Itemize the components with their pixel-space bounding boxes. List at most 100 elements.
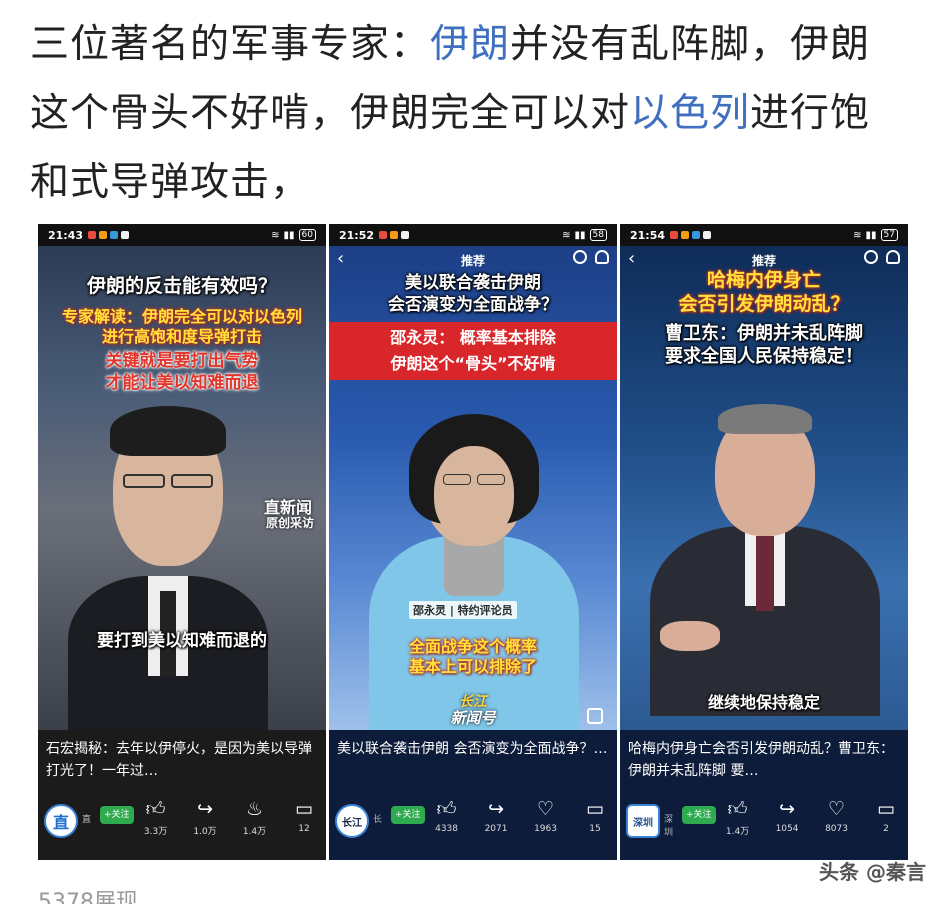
- comment-button[interactable]: ▭ 15: [579, 796, 611, 834]
- comment-bubble-icon: ▭: [877, 798, 895, 820]
- follow-button[interactable]: +关注: [100, 806, 134, 824]
- flame-icon: ♨: [245, 798, 264, 820]
- app-icon: [681, 231, 690, 239]
- battery-icon: 57: [880, 229, 898, 241]
- wifi-icon: ≋: [853, 229, 862, 241]
- status-right: ≋ ▮▮ 60: [271, 229, 316, 241]
- action-bar: 深圳 深圳 +关注 👍︎ 1.4万 ↪ 1054 ♡ 8073 ▭ 2: [620, 796, 908, 860]
- favorite-count: 8073: [825, 824, 848, 834]
- like-button[interactable]: 👍︎ 4338: [431, 796, 463, 834]
- author-avatar[interactable]: 直: [44, 804, 78, 838]
- app-icon: [379, 231, 388, 239]
- fullscreen-icon[interactable]: [587, 708, 603, 724]
- thumbs-up-icon: 👍︎: [436, 798, 457, 820]
- battery-icon: 60: [298, 229, 316, 241]
- banner-line: 伊朗这个“骨头”不好啃: [390, 354, 556, 373]
- phone-screenshot-3[interactable]: 21:54 ≋ ▮▮ 57 ‹ 推荐 哈梅内伊身亡 会否引发伊朗动乱？ 曹卫东：…: [620, 224, 908, 860]
- phone-screenshot-1[interactable]: 21:43 ≋ ▮▮ 60 伊朗的反击能有效吗？ 专家解读：伊朗完全可以对以色列…: [38, 224, 326, 860]
- like-count: 3.3万: [143, 827, 168, 837]
- status-right: ≋ ▮▮ 58: [562, 229, 607, 241]
- comment-bubble-icon: ▭: [586, 798, 604, 820]
- video-frame[interactable]: 美以联合袭击伊朗 会否演变为全面战争？ 邵永灵： 概率基本排除 伊朗这个“骨头”…: [329, 246, 617, 730]
- app-icon: [121, 231, 130, 239]
- author-avatar[interactable]: 长江: [335, 804, 369, 838]
- video-speech-subtitle: 继续地保持稳定: [707, 693, 820, 712]
- comment-button[interactable]: ▭ 12: [288, 796, 320, 837]
- back-arrow-icon[interactable]: ‹: [628, 248, 635, 269]
- back-arrow-icon[interactable]: ‹: [337, 248, 344, 269]
- screenshot-grid: 21:43 ≋ ▮▮ 60 伊朗的反击能有效吗？ 专家解读：伊朗完全可以对以色列…: [38, 224, 908, 860]
- top-navigation: ‹ 推荐: [620, 246, 908, 274]
- favorite-button[interactable]: ♨ 1.4万: [239, 796, 271, 837]
- tab-recommend[interactable]: 推荐: [752, 252, 776, 269]
- like-button[interactable]: 👍︎ 1.4万: [722, 796, 754, 837]
- video-emphasis-line: 才能让美以知难而退: [105, 373, 259, 393]
- action-group: 👍︎ 1.4万 ↪ 1054 ♡ 8073 ▭ 2: [722, 796, 902, 837]
- action-bar: 直 直 +关注 👍︎ 3.3万 ↪ 1.0万 ♨ 1.4万 ▭ 12: [38, 796, 326, 860]
- top-navigation: ‹ 推荐: [329, 246, 617, 274]
- phone-screenshot-2[interactable]: 21:52 ≋ ▮▮ 58 ‹ 推荐 美以联合袭击伊朗 会否演变为全面战争？ 邵…: [329, 224, 617, 860]
- video-title-line: 会否演变为全面战争？: [388, 295, 558, 315]
- author-name[interactable]: 长: [373, 812, 387, 825]
- user-icon[interactable]: [595, 250, 609, 264]
- app-icon: [670, 231, 679, 239]
- favorite-button[interactable]: ♡ 1963: [530, 796, 562, 834]
- search-icon[interactable]: [573, 250, 587, 264]
- topic-link-israel[interactable]: 以色列: [630, 91, 750, 136]
- favorite-count: 1963: [534, 824, 557, 834]
- follow-button[interactable]: +关注: [682, 806, 716, 824]
- tab-recommend[interactable]: 推荐: [461, 252, 485, 269]
- status-time: 21:52: [339, 228, 375, 242]
- app-icon: [692, 231, 701, 239]
- app-icon: [401, 231, 410, 239]
- heart-icon: ♡: [827, 798, 846, 820]
- video-speech-subtitle: 全面战争这个概率: [408, 637, 537, 656]
- video-subtitle-line: 进行高饱和度导弹打击: [101, 327, 262, 346]
- share-count: 1.0万: [193, 827, 217, 837]
- like-button[interactable]: 👍︎ 3.3万: [140, 796, 172, 837]
- author-name[interactable]: 深圳: [664, 812, 678, 838]
- video-frame[interactable]: 哈梅内伊身亡 会否引发伊朗动乱？ 曹卫东：伊朗并未乱阵脚 要求全国人民保持稳定！…: [620, 246, 908, 730]
- video-frame[interactable]: 伊朗的反击能有效吗？ 专家解读：伊朗完全可以对以色列 进行高饱和度导弹打击 关键…: [38, 246, 326, 730]
- share-button[interactable]: ↪ 1054: [771, 796, 803, 837]
- banner-line: 邵永灵： 概率基本排除: [390, 328, 556, 347]
- status-time: 21:54: [630, 228, 666, 242]
- app-icon: [88, 231, 97, 239]
- status-bar: 21:43 ≋ ▮▮ 60: [38, 224, 326, 246]
- favorite-button[interactable]: ♡ 8073: [821, 796, 853, 837]
- follow-button[interactable]: +关注: [391, 806, 425, 824]
- signal-icon: ▮▮: [865, 229, 877, 241]
- author-name[interactable]: 直: [82, 812, 96, 825]
- action-group: 👍︎ 4338 ↪ 2071 ♡ 1963 ▭ 15: [431, 796, 611, 834]
- topic-link-iran[interactable]: 伊朗: [430, 22, 510, 67]
- view-count: 5378展现: [38, 890, 138, 904]
- app-icon: [390, 231, 399, 239]
- headline-text-1: 三位著名的军事专家：: [30, 22, 431, 67]
- video-caption[interactable]: 哈梅内伊身亡会否引发伊朗动乱？曹卫东：伊朗并未乱阵脚 要…: [620, 730, 908, 796]
- share-count: 1054: [775, 824, 799, 834]
- headline-banner: 邵永灵： 概率基本排除 伊朗这个“骨头”不好啃: [329, 322, 617, 380]
- video-speech-subtitle: 要打到美以知难而退的: [97, 631, 267, 651]
- thumbs-up-icon: 👍︎: [727, 798, 748, 820]
- comment-button[interactable]: ▭ 2: [870, 796, 902, 837]
- action-group: 👍︎ 3.3万 ↪ 1.0万 ♨ 1.4万 ▭ 12: [140, 796, 320, 837]
- share-button[interactable]: ↪ 2071: [480, 796, 512, 834]
- share-arrow-icon: ↪: [779, 798, 795, 820]
- video-caption[interactable]: 美以联合袭击伊朗 会否演变为全面战争？…: [329, 730, 617, 796]
- action-bar: 长江 长 +关注 👍︎ 4338 ↪ 2071 ♡ 1963 ▭ 15: [329, 796, 617, 860]
- channel-logo-caption: 原创采访: [265, 516, 314, 530]
- heart-icon: ♡: [536, 798, 555, 820]
- share-button[interactable]: ↪ 1.0万: [189, 796, 221, 837]
- comment-count: 15: [589, 824, 601, 834]
- guest-nameplate: 邵永灵 | 特约评论员: [409, 601, 517, 619]
- share-count: 2071: [484, 824, 508, 834]
- notification-icons: [670, 231, 712, 239]
- battery-icon: 58: [589, 229, 607, 241]
- video-caption[interactable]: 石宏揭秘：去年以伊停火，是因为美以导弹打光了！一年过…: [38, 730, 326, 796]
- search-icon[interactable]: [864, 250, 878, 264]
- source-watermark: 头条 @秦言: [819, 860, 926, 884]
- author-avatar[interactable]: 深圳: [626, 804, 660, 838]
- app-icon: [703, 231, 712, 239]
- user-icon[interactable]: [886, 250, 900, 264]
- video-title-line: 美以联合袭击伊朗: [405, 273, 541, 293]
